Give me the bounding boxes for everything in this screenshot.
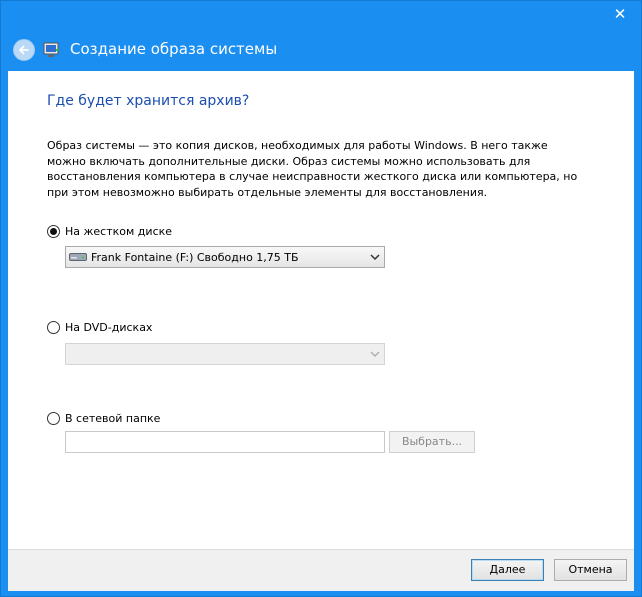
system-image-icon	[43, 42, 60, 57]
wizard-footer: Далее Отмена	[8, 549, 634, 591]
dvd-radio[interactable]	[47, 321, 60, 334]
hard-disk-select[interactable]: Frank Fontaine (F:) Свободно 1,75 ТБ	[65, 246, 385, 268]
wizard-header: Создание образа системы	[8, 31, 634, 71]
option-network[interactable]: В сетевой папке	[47, 412, 160, 425]
back-button[interactable]	[13, 39, 35, 61]
chevron-down-icon	[370, 351, 380, 358]
cancel-button[interactable]: Отмена	[554, 559, 627, 581]
system-image-window: ✕ Создание образа системы Где будет хран…	[0, 0, 642, 597]
hard-disk-radio[interactable]	[47, 225, 60, 238]
hard-drive-icon	[69, 253, 87, 261]
wizard-content: Где будет хранится архив? Образ системы …	[8, 71, 634, 549]
hard-disk-select-value: Frank Fontaine (F:) Свободно 1,75 ТБ	[91, 250, 299, 264]
back-arrow-icon	[19, 45, 29, 55]
page-description: Образ системы — это копия дисков, необхо…	[47, 139, 578, 199]
option-dvd[interactable]: На DVD-дисках	[47, 321, 152, 334]
dvd-select[interactable]	[65, 343, 385, 365]
network-path-input[interactable]	[65, 431, 385, 453]
network-radio[interactable]	[47, 412, 60, 425]
dvd-label[interactable]: На DVD-дисках	[65, 321, 152, 334]
window-title: Создание образа системы	[70, 40, 278, 58]
page-heading: Где будет хранится архив?	[47, 93, 250, 109]
hard-disk-label[interactable]: На жестком диске	[65, 225, 172, 238]
title-bar: ✕	[1, 1, 641, 31]
close-button[interactable]: ✕	[605, 3, 635, 25]
close-icon: ✕	[613, 5, 627, 23]
browse-button[interactable]: Выбрать...	[389, 431, 475, 453]
network-label[interactable]: В сетевой папке	[65, 412, 160, 425]
option-hard-disk[interactable]: На жестком диске	[47, 225, 172, 238]
next-button[interactable]: Далее	[471, 559, 544, 581]
chevron-down-icon	[370, 254, 380, 261]
